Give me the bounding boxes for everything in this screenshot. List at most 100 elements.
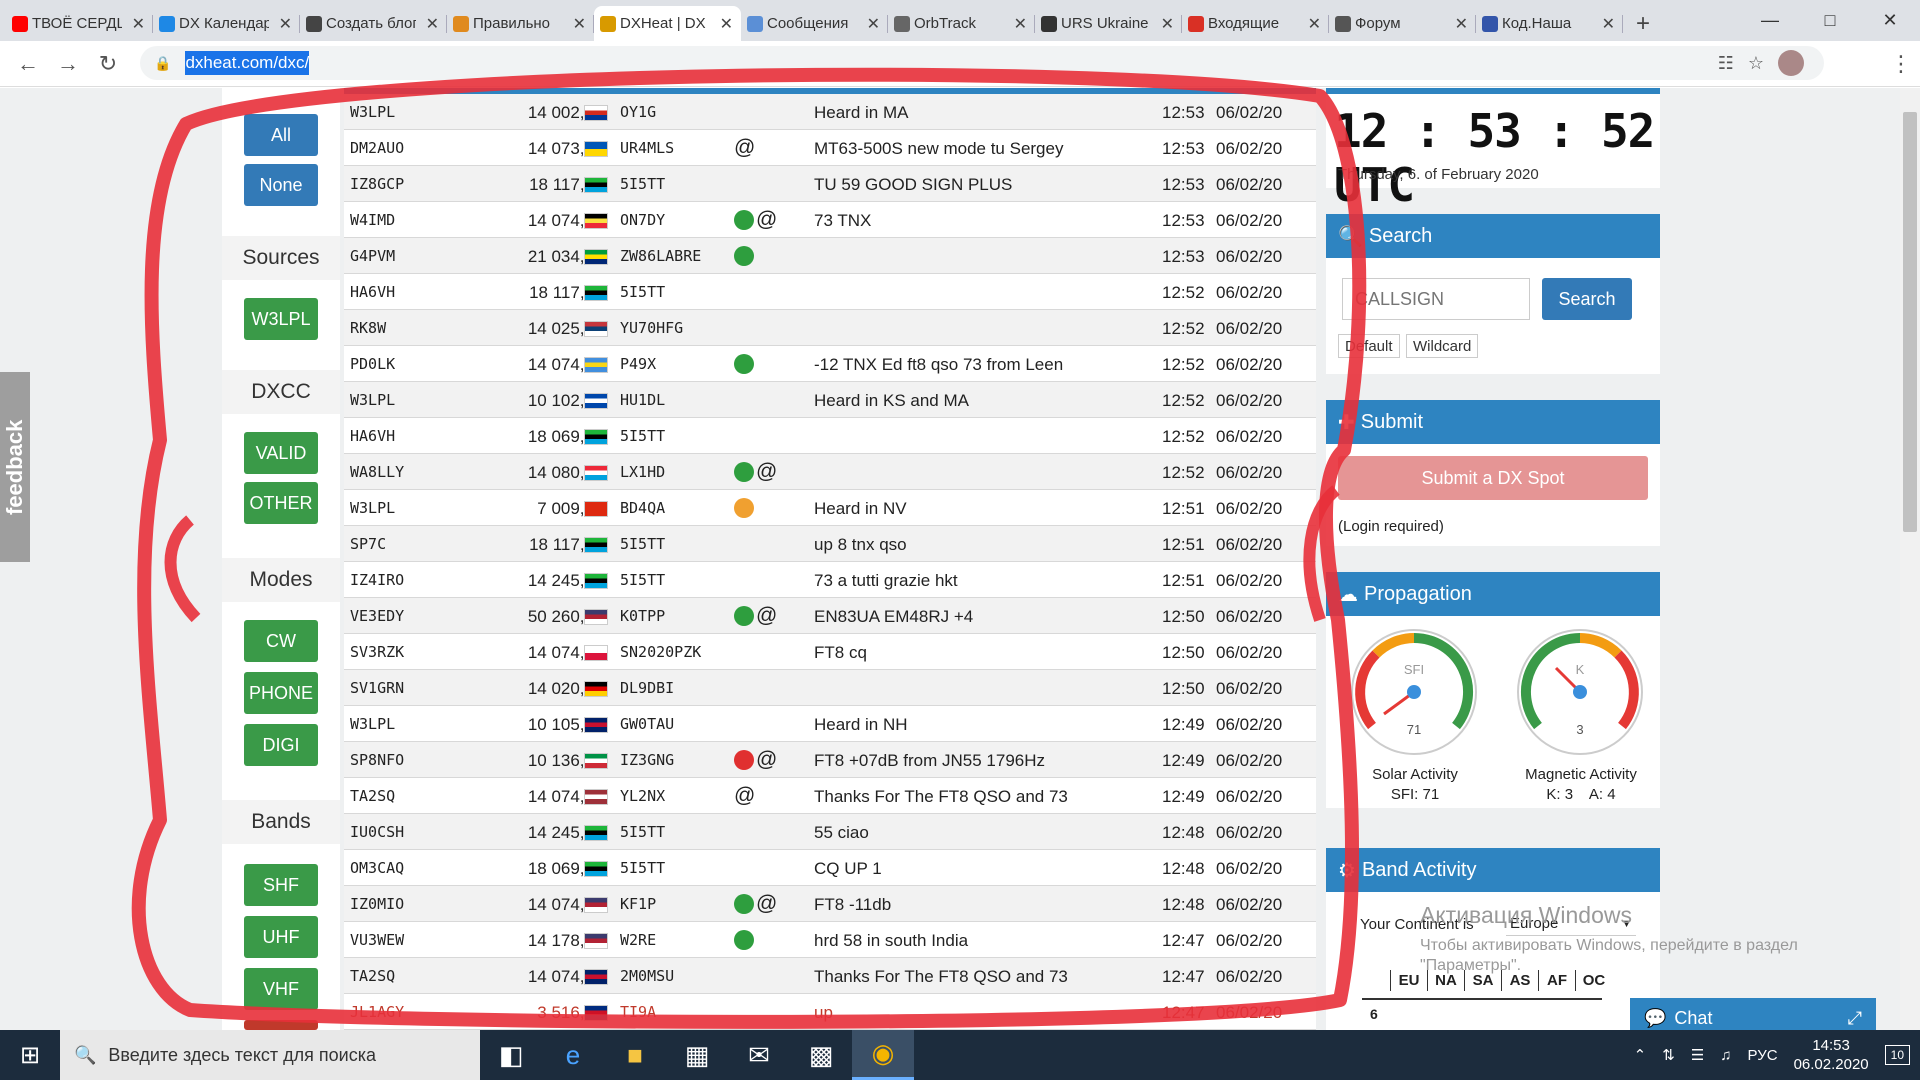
bookmark-star-icon[interactable]: ☆ xyxy=(1748,53,1764,74)
taskbar-clock[interactable]: 14:53 06.02.2020 xyxy=(1794,1036,1869,1074)
browser-tab[interactable]: Форум ✕ xyxy=(1329,6,1476,41)
spotter-callsign[interactable]: TA2SQ xyxy=(350,787,395,805)
dx-callsign[interactable]: IZ3GNG xyxy=(620,751,674,769)
table-row[interactable]: W3LPL 7 009,0 BD4QA Heard in NV 12:51 06/02/2… xyxy=(344,490,1316,526)
chevron-up-icon[interactable]: ⌃ xyxy=(1634,1046,1647,1064)
spotter-callsign[interactable]: WA8LLY xyxy=(350,463,404,481)
back-button[interactable]: ← xyxy=(8,44,48,84)
close-tab-icon[interactable]: ✕ xyxy=(867,14,880,34)
maximize-icon[interactable]: □ xyxy=(1800,0,1860,41)
close-tab-icon[interactable]: ✕ xyxy=(1455,14,1468,34)
mode-digi-button[interactable]: DIGI xyxy=(244,724,318,766)
globe-icon[interactable] xyxy=(734,750,754,770)
dx-callsign[interactable]: KF1P xyxy=(620,895,656,913)
chrome-icon[interactable]: ◉ xyxy=(852,1030,914,1080)
spotter-callsign[interactable]: VE3EDY xyxy=(350,607,404,625)
dxcc-valid-button[interactable]: VALID xyxy=(244,432,318,474)
close-tab-icon[interactable]: ✕ xyxy=(1014,14,1027,34)
dx-callsign[interactable]: YL2NX xyxy=(620,787,665,805)
dx-callsign[interactable]: DL9DBI xyxy=(620,679,674,697)
none-button[interactable]: None xyxy=(244,164,318,206)
at-icon[interactable]: @ xyxy=(756,209,777,230)
dx-callsign[interactable]: 5I5TT xyxy=(620,823,665,841)
band-shf-button[interactable]: SHF xyxy=(244,864,318,906)
spotter-callsign[interactable]: W3LPL xyxy=(350,391,395,409)
browser-tab[interactable]: OrbTrack ✕ xyxy=(888,6,1035,41)
spotter-callsign[interactable]: PD0LK xyxy=(350,355,395,373)
dx-callsign[interactable]: GW0TAU xyxy=(620,715,674,733)
task-view-icon[interactable]: ◧ xyxy=(480,1030,542,1080)
globe-icon[interactable] xyxy=(734,498,754,518)
table-row[interactable]: WA8LLY 14 080,0 LX1HD @12:52 06/02/20 xyxy=(344,454,1316,490)
globe-icon[interactable] xyxy=(734,930,754,950)
spotter-callsign[interactable]: IZ4IRO xyxy=(350,571,404,589)
band-vhf-button[interactable]: VHF xyxy=(244,968,318,1010)
table-row[interactable]: G4PVM 21 034,0 ZW86LABRE 12:53 06/02/20 xyxy=(344,238,1316,274)
table-row[interactable]: DM2AUO 14 073,1 UR4MLS @ MT63-500S new mode … xyxy=(344,130,1316,166)
dx-callsign[interactable]: SN2020PZK xyxy=(620,643,701,661)
forward-button[interactable]: → xyxy=(48,44,88,84)
wifi-icon[interactable]: ☰ xyxy=(1691,1046,1704,1064)
globe-icon[interactable] xyxy=(734,462,754,482)
translate-icon[interactable]: ☷ xyxy=(1718,53,1734,74)
menu-dots-icon[interactable]: ⋮ xyxy=(1890,51,1912,77)
at-icon[interactable]: @ xyxy=(734,785,755,806)
spotter-callsign[interactable]: IZ8GCP xyxy=(350,175,404,193)
browser-tab[interactable]: Входящие ✕ xyxy=(1182,6,1329,41)
spotter-callsign[interactable]: OM3CAQ xyxy=(350,859,404,877)
dx-callsign[interactable]: 5I5TT xyxy=(620,859,665,877)
dx-callsign[interactable]: 5I5TT xyxy=(620,283,665,301)
table-row[interactable]: IU0CSH 14 245,0 5I5TT 55 ciao 12:48 06/02/20 xyxy=(344,814,1316,850)
browser-tab[interactable]: ТВОЁ СЕРДЦЕ ✕ xyxy=(6,6,153,41)
dx-callsign[interactable]: ON7DY xyxy=(620,211,665,229)
table-row[interactable]: HA6VH 18 069,0 5I5TT 12:52 06/02/20 xyxy=(344,418,1316,454)
at-icon[interactable]: @ xyxy=(756,461,777,482)
dx-callsign[interactable]: 2M0MSU xyxy=(620,967,674,985)
avatar[interactable] xyxy=(1778,50,1804,76)
spotter-callsign[interactable]: W3LPL xyxy=(350,499,395,517)
dx-callsign[interactable]: 5I5TT xyxy=(620,427,665,445)
spotter-callsign[interactable]: IZ0MIO xyxy=(350,895,404,913)
table-row[interactable]: SV1GRN 14 020,0 DL9DBI 12:50 06/02/20 xyxy=(344,670,1316,706)
table-row[interactable]: IZ4IRO 14 245,0 5I5TT 73 a tutti grazie hkt… xyxy=(344,562,1316,598)
close-icon[interactable]: ✕ xyxy=(1860,0,1920,41)
dx-callsign[interactable]: P49X xyxy=(620,355,656,373)
close-tab-icon[interactable]: ✕ xyxy=(720,14,733,34)
table-row[interactable]: W3LPL 14 002,8 OY1G Heard in MA 12:53 06/02/2… xyxy=(344,94,1316,130)
terminal-icon[interactable]: ▩ xyxy=(790,1030,852,1080)
spotter-callsign[interactable]: SP8NFO xyxy=(350,751,404,769)
taskbar-search[interactable]: 🔍 Введите здесь текст для поиска xyxy=(60,1030,480,1080)
scrollbar-thumb[interactable] xyxy=(1903,112,1917,532)
dx-callsign[interactable]: K0TPP xyxy=(620,607,665,625)
spotter-callsign[interactable]: TA2SQ xyxy=(350,967,395,985)
close-tab-icon[interactable]: ✕ xyxy=(279,14,292,34)
dx-callsign[interactable]: LX1HD xyxy=(620,463,665,481)
dx-callsign[interactable]: W2RE xyxy=(620,931,656,949)
table-row[interactable]: SP7C 18 117,0 5I5TT up 8 tnx qso 12:51 06/02/… xyxy=(344,526,1316,562)
close-tab-icon[interactable]: ✕ xyxy=(1161,14,1174,34)
all-button[interactable]: All xyxy=(244,114,318,156)
expand-icon[interactable]: ⤢ xyxy=(1848,1008,1862,1029)
search-mode-wildcard[interactable]: Wildcard xyxy=(1406,334,1479,358)
dx-callsign[interactable]: YU70HFG xyxy=(620,319,683,337)
at-icon[interactable]: @ xyxy=(756,893,777,914)
globe-icon[interactable] xyxy=(734,354,754,374)
at-icon[interactable]: @ xyxy=(756,605,777,626)
band-uhf-button[interactable]: UHF xyxy=(244,916,318,958)
source-w3lpl-button[interactable]: W3LPL xyxy=(244,298,318,340)
spotter-callsign[interactable]: HA6VH xyxy=(350,427,395,445)
url-text[interactable]: dxheat.com/dxc/ xyxy=(185,51,310,75)
edge-icon[interactable]: e xyxy=(542,1030,604,1080)
table-row[interactable]: RK8W 14 025,0 YU70HFG 12:52 06/02/20 xyxy=(344,310,1316,346)
dx-callsign[interactable]: OY1G xyxy=(620,103,656,121)
table-row[interactable]: TA2SQ 14 074,0 YL2NX @ Thanks For The FT8 QS… xyxy=(344,778,1316,814)
spotter-callsign[interactable]: SV1GRN xyxy=(350,679,404,697)
browser-tab[interactable]: DXHeat | DX ✕ xyxy=(594,6,741,41)
search-mode-default[interactable]: Default xyxy=(1338,334,1400,358)
globe-icon[interactable] xyxy=(734,246,754,266)
address-bar[interactable]: 🔒 dxheat.com/dxc/ ☷ ☆ xyxy=(140,46,1824,80)
spotter-callsign[interactable]: SP7C xyxy=(350,535,386,553)
spotter-callsign[interactable]: VU3WEW xyxy=(350,931,404,949)
globe-icon[interactable] xyxy=(734,210,754,230)
spotter-callsign[interactable]: SV3RZK xyxy=(350,643,404,661)
